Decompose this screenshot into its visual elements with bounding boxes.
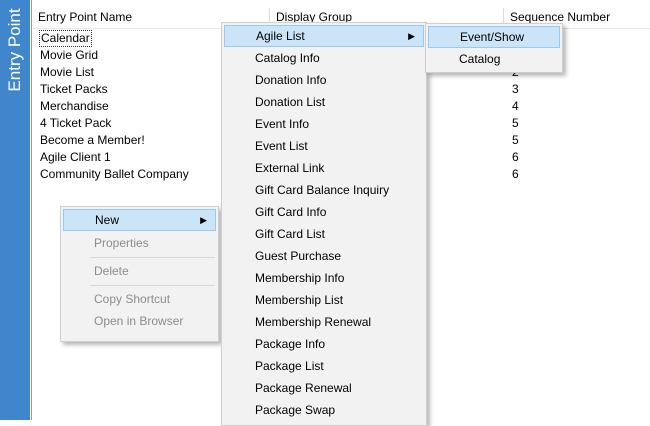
sequence-number: 5: [512, 116, 519, 130]
menu-item-new[interactable]: New ▶: [63, 209, 216, 231]
sequence-number: 6: [512, 150, 519, 164]
entry-point-name: Ticket Packs: [40, 82, 108, 96]
menu-item-package-swap[interactable]: Package Swap: [224, 399, 424, 421]
menu-item-agile-list[interactable]: Agile List ▶: [224, 25, 424, 47]
entry-point-name: Merchandise: [40, 99, 109, 113]
menu-item-open-in-browser[interactable]: Open in Browser: [63, 310, 216, 332]
entry-point-name: Agile Client 1: [40, 150, 111, 164]
menu-item-gift-card-balance-inquiry[interactable]: Gift Card Balance Inquiry: [224, 179, 424, 201]
menu-item-event-info[interactable]: Event Info: [224, 113, 424, 135]
entry-point-name: 4 Ticket Pack: [40, 116, 112, 130]
menu-item-membership-renewal[interactable]: Membership Renewal: [224, 311, 424, 333]
sequence-number: 6: [512, 167, 519, 181]
menu-item-delete[interactable]: Delete: [63, 260, 216, 282]
menu-item-gift-card-info[interactable]: Gift Card Info: [224, 201, 424, 223]
menu-item-catalog[interactable]: Catalog: [428, 48, 560, 70]
menu-item-donation-list[interactable]: Donation List: [224, 91, 424, 113]
entry-point-name: Movie List: [40, 65, 95, 79]
menu-item-external-link[interactable]: External Link: [224, 157, 424, 179]
menu-item-donation-info[interactable]: Donation Info: [224, 69, 424, 91]
sequence-number: 4: [512, 99, 519, 113]
menu-item-gift-card-list[interactable]: Gift Card List: [224, 223, 424, 245]
menu-item-package-info[interactable]: Package Info: [224, 333, 424, 355]
side-title-bar: Entry Point: [0, 0, 30, 420]
menu-item-properties[interactable]: Properties: [63, 232, 216, 254]
entry-point-name: Calendar: [39, 30, 92, 47]
menu-separator: [90, 285, 215, 286]
menu-item-event-show[interactable]: Event/Show: [428, 26, 560, 48]
side-title-text: Entry Point: [5, 8, 24, 92]
entry-point-name: Become a Member!: [40, 133, 145, 147]
context-menu: New ▶ Properties Delete Copy Shortcut Op…: [60, 206, 219, 342]
menu-item-event-list[interactable]: Event List: [224, 135, 424, 157]
new-submenu: Agile List ▶ Catalog Info Donation Info …: [221, 22, 427, 426]
menu-item-membership-info[interactable]: Membership Info: [224, 267, 424, 289]
agile-list-submenu: Event/Show Catalog: [425, 23, 563, 73]
menu-item-new-label: New: [95, 213, 120, 227]
chevron-right-icon: ▶: [200, 215, 207, 225]
menu-item-catalog-info[interactable]: Catalog Info: [224, 47, 424, 69]
menu-item-guest-purchase[interactable]: Guest Purchase: [224, 245, 424, 267]
chevron-right-icon: ▶: [408, 31, 415, 41]
menu-item-package-list[interactable]: Package List: [224, 355, 424, 377]
menu-item-agile-list-label: Agile List: [256, 29, 305, 43]
menu-item-membership-list[interactable]: Membership List: [224, 289, 424, 311]
sequence-number: 5: [512, 133, 519, 147]
entry-point-name: Community Ballet Company: [40, 167, 189, 181]
entry-point-name: Movie Grid: [40, 48, 99, 62]
menu-item-package-renewal[interactable]: Package Renewal: [224, 377, 424, 399]
menu-separator: [90, 257, 215, 258]
menu-item-copy-shortcut[interactable]: Copy Shortcut: [63, 288, 216, 310]
side-title: Entry Point: [0, 0, 30, 100]
sequence-number: 3: [512, 82, 519, 96]
